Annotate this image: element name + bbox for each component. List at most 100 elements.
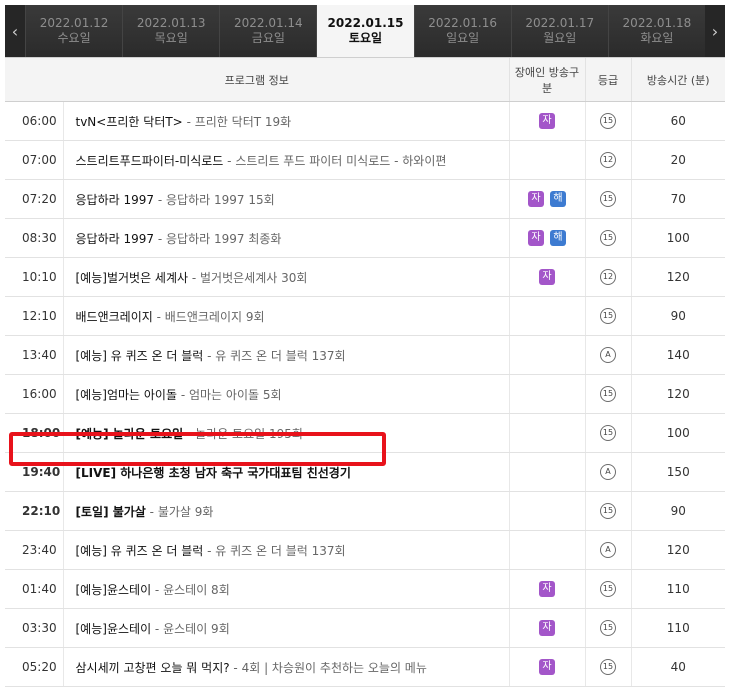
date-tab-day: 월요일	[543, 31, 577, 45]
table-row: 01:40 [예능]윤스테이 - 윤스테이 8회 자 15 110	[5, 569, 725, 609]
date-tab-day: 금요일	[251, 31, 285, 45]
row-duration: 100	[630, 218, 725, 258]
program-title-link[interactable]: 응답하라 1997	[76, 193, 155, 207]
title-separator: -	[154, 231, 166, 246]
date-navigation-bar: ‹ 2022.01.12 수요일 2022.01.13 목요일 2022.01.14 금요…	[5, 5, 725, 57]
row-grade: A	[584, 530, 631, 570]
program-title-link[interactable]: [예능]엄마는 아이돌	[76, 388, 178, 402]
subtitle-badge: 자	[539, 269, 555, 285]
age-rating-icon: 15	[600, 581, 616, 597]
date-tab[interactable]: 2022.01.15 토요일	[316, 5, 414, 57]
date-tab-date: 2022.01.14	[233, 16, 303, 30]
row-duration: 90	[630, 491, 725, 531]
row-grade: 15	[584, 647, 631, 687]
row-program: 삼시세끼 고창편 오늘 뭐 먹지? - 4회 | 차승원이 추천하는 오늘의 메…	[62, 647, 509, 687]
subtitle-badge: 자	[539, 620, 555, 636]
program-title-link[interactable]: [LIVE] 하나은행 초청 남자 축구 국가대표팀 친선경기	[76, 466, 351, 480]
date-tab-date: 2022.01.13	[136, 16, 206, 30]
row-time: 23:40	[5, 530, 63, 570]
row-program: [예능] 유 퀴즈 온 더 블럭 - 유 퀴즈 온 더 블럭 137회	[62, 530, 509, 570]
row-time: 16:00	[5, 374, 63, 414]
row-grade: 15	[584, 374, 631, 414]
episode-text: 배드앤크레이지 9회	[164, 309, 265, 324]
age-rating-icon: 15	[600, 620, 616, 636]
program-title-link[interactable]: [예능]벌거벗은 세계사	[76, 271, 189, 285]
subtitle-badge: 자	[539, 581, 555, 597]
episode-text: 벌거벗은세계사 30회	[200, 270, 308, 285]
age-rating-icon: 15	[600, 386, 616, 402]
title-separator: -	[152, 309, 165, 324]
table-header-row: 프로그램 정보 장애인 방송구분 등급 방송시간 (분)	[5, 57, 725, 102]
row-access	[508, 530, 585, 570]
episode-text: 엄마는 아이돌 5회	[188, 387, 282, 402]
program-title-link[interactable]: [예능] 놀라운 토요일	[76, 427, 184, 441]
date-tab[interactable]: 2022.01.14 금요일	[219, 5, 317, 57]
table-row: 08:30 응답하라 1997 - 응답하라 1997 최종화 자 해 15 100	[5, 218, 725, 258]
program-title-link[interactable]: 배드앤크레이지	[76, 310, 153, 324]
row-duration: 140	[630, 335, 725, 375]
row-access	[508, 335, 585, 375]
program-title-link[interactable]: 스트리트푸드파이터-미식로드	[76, 154, 224, 168]
program-title-link[interactable]: 삼시세끼 고창편 오늘 뭐 먹지?	[76, 661, 230, 675]
program-title-link[interactable]: tvN<프리한 닥터T>	[76, 115, 183, 129]
row-grade: 15	[584, 218, 631, 258]
table-row: 13:40 [예능] 유 퀴즈 온 더 블럭 - 유 퀴즈 온 더 블럭 137회…	[5, 335, 725, 375]
date-tab-date: 2022.01.15	[327, 16, 404, 30]
row-time: 03:30	[5, 608, 63, 648]
prev-arrow-icon[interactable]: ‹	[5, 5, 25, 57]
date-tab[interactable]: 2022.01.12 수요일	[25, 5, 123, 57]
row-access: 자	[508, 101, 585, 141]
subtitle-badge: 자	[528, 191, 544, 207]
next-arrow-icon[interactable]: ›	[705, 5, 725, 57]
table-row: 19:40 [LIVE] 하나은행 초청 남자 축구 국가대표팀 친선경기 A 150	[5, 452, 725, 492]
age-rating-icon: 15	[600, 659, 616, 675]
row-duration: 20	[630, 140, 725, 180]
program-title-link[interactable]: [예능]윤스테이	[76, 622, 152, 636]
program-title-link[interactable]: [예능] 유 퀴즈 온 더 블럭	[76, 349, 204, 363]
row-access: 자	[508, 257, 585, 297]
row-access: 자	[508, 569, 585, 609]
row-access	[508, 374, 585, 414]
row-grade: 15	[584, 296, 631, 336]
row-duration: 100	[630, 413, 725, 453]
episode-text: 응답하라 1997 15회	[165, 192, 275, 207]
row-access: 자	[508, 608, 585, 648]
row-grade: 15	[584, 101, 631, 141]
row-access	[508, 491, 585, 531]
episode-text: 유 퀴즈 온 더 블럭 137회	[215, 348, 346, 363]
table-row: 18:00 [예능] 놀라운 토요일 - 놀라운 토요일 195회 15 100	[5, 413, 725, 453]
table-row: 05:20 삼시세끼 고창편 오늘 뭐 먹지? - 4회 | 차승원이 추천하는 …	[5, 647, 725, 687]
row-duration: 120	[630, 530, 725, 570]
program-title-link[interactable]: 응답하라 1997	[76, 232, 155, 246]
row-access: 자	[508, 647, 585, 687]
date-tab[interactable]: 2022.01.13 목요일	[122, 5, 220, 57]
row-time: 13:40	[5, 335, 63, 375]
date-tab-date: 2022.01.18	[622, 16, 692, 30]
row-access	[508, 413, 585, 453]
description-badge: 해	[550, 191, 566, 207]
header-duration: 방송시간 (분)	[630, 57, 725, 102]
date-tab[interactable]: 2022.01.17 월요일	[510, 5, 608, 57]
row-program: [LIVE] 하나은행 초청 남자 축구 국가대표팀 친선경기	[62, 452, 509, 492]
row-program: 배드앤크레이지 - 배드앤크레이지 9회	[62, 296, 509, 336]
title-separator: -	[223, 153, 236, 168]
date-tab-day: 일요일	[446, 31, 480, 45]
age-rating-icon: A	[600, 542, 616, 558]
row-time: 12:10	[5, 296, 63, 336]
table-row: 07:00 스트리트푸드파이터-미식로드 - 스트리트 푸드 파이터 미식로드 -…	[5, 140, 725, 180]
program-title-link[interactable]: [예능]윤스테이	[76, 583, 152, 597]
table-row: 16:00 [예능]엄마는 아이돌 - 엄마는 아이돌 5회 15 120	[5, 374, 725, 414]
program-title-link[interactable]: [예능] 유 퀴즈 온 더 블럭	[76, 544, 204, 558]
date-tab[interactable]: 2022.01.16 일요일	[413, 5, 511, 57]
row-time: 10:10	[5, 257, 63, 297]
row-program: [예능]윤스테이 - 윤스테이 9회	[62, 608, 509, 648]
row-program: [토일] 불가살 - 불가살 9화	[62, 491, 509, 531]
table-row: 12:10 배드앤크레이지 - 배드앤크레이지 9회 15 90	[5, 296, 725, 336]
program-title-link[interactable]: [토일] 불가살	[76, 505, 146, 519]
row-duration: 110	[630, 608, 725, 648]
date-tab[interactable]: 2022.01.18 화요일	[607, 5, 705, 57]
row-grade: 15	[584, 491, 631, 531]
date-tab-day: 화요일	[640, 31, 674, 45]
row-time: 19:40	[5, 452, 63, 492]
row-program: 응답하라 1997 - 응답하라 1997 15회	[62, 179, 509, 219]
